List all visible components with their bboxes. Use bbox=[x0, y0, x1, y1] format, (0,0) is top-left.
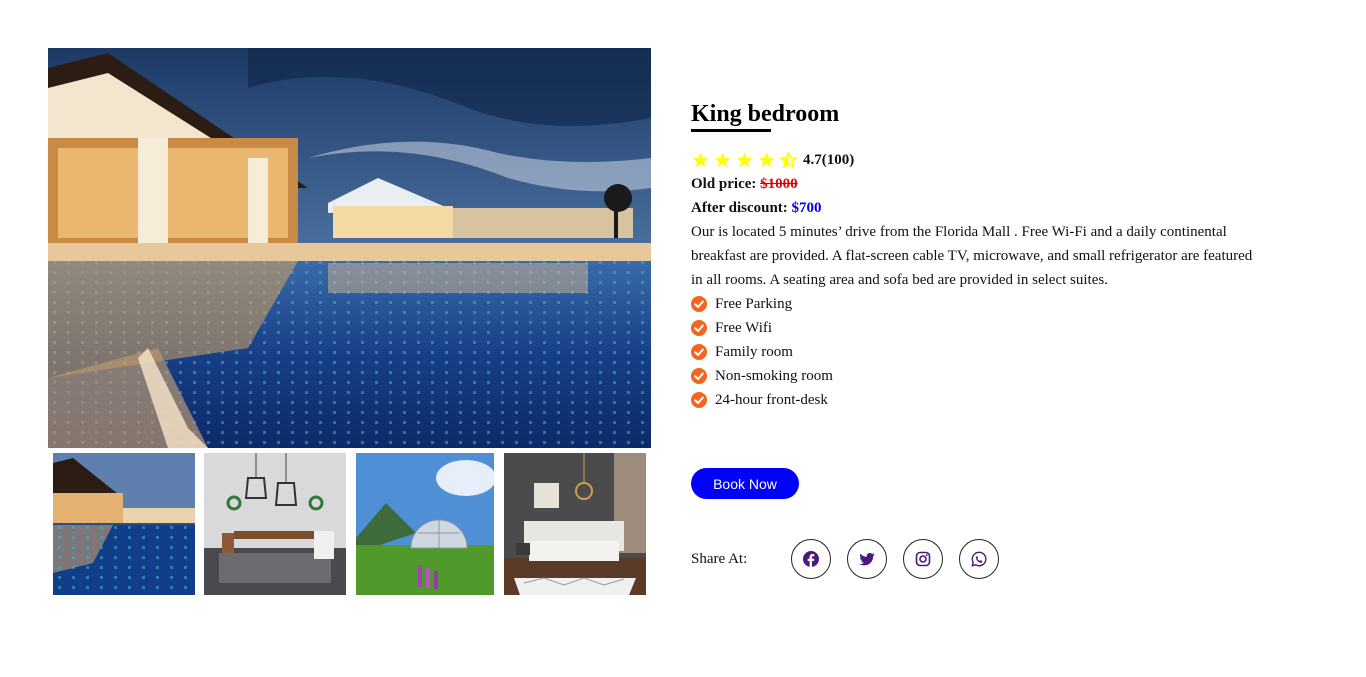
share-twitter-button[interactable] bbox=[847, 539, 887, 579]
check-circle-icon bbox=[691, 392, 707, 408]
rating-row: 4.7(100) bbox=[691, 151, 1266, 169]
twitter-icon bbox=[859, 551, 875, 567]
share-label: Share At: bbox=[691, 551, 748, 567]
old-price-value: $1000 bbox=[760, 176, 798, 192]
instagram-icon bbox=[915, 551, 931, 567]
amenity-item: Free Parking bbox=[691, 292, 1266, 316]
discount-price-value: $700 bbox=[791, 200, 822, 216]
old-price-label: Old price: bbox=[691, 176, 757, 192]
star-icon bbox=[691, 151, 710, 169]
amenity-label: Free Parking bbox=[715, 295, 793, 312]
share-instagram-button[interactable] bbox=[903, 539, 943, 579]
amenity-label: 24-hour front-desk bbox=[715, 391, 828, 408]
star-icon bbox=[735, 151, 754, 169]
star-icon bbox=[757, 151, 776, 169]
whatsapp-icon bbox=[971, 551, 987, 567]
thumbnail-dining-room[interactable] bbox=[204, 453, 346, 595]
amenity-item: Family room bbox=[691, 340, 1266, 364]
share-whatsapp-button[interactable] bbox=[959, 539, 999, 579]
room-title-text: King bedroom bbox=[691, 101, 840, 127]
check-circle-icon bbox=[691, 368, 707, 384]
book-now-button[interactable]: Book Now bbox=[691, 468, 799, 499]
thumbnail-resort-pool[interactable] bbox=[53, 453, 195, 595]
facebook-icon bbox=[803, 551, 819, 567]
room-description: Our is located 5 minutes’ drive from the… bbox=[691, 224, 1253, 288]
room-details: King bedroom 4.7(100) Old price: $1000 A… bbox=[691, 100, 1266, 412]
title-underline bbox=[691, 129, 771, 132]
rating-score: 4.7(100) bbox=[803, 151, 855, 168]
star-icon bbox=[713, 151, 732, 169]
room-title: King bedroom bbox=[691, 100, 839, 132]
check-circle-icon bbox=[691, 296, 707, 312]
main-room-photo[interactable] bbox=[48, 48, 651, 448]
amenity-item: Free Wifi bbox=[691, 316, 1266, 340]
half-star-icon bbox=[779, 151, 798, 169]
check-circle-icon bbox=[691, 320, 707, 336]
thumbnail-bedroom[interactable] bbox=[504, 453, 646, 595]
old-price-row: Old price: $1000 bbox=[691, 172, 1266, 196]
discount-label: After discount: bbox=[691, 200, 788, 216]
amenities-list: Free Parking Free Wifi Family room Non-s… bbox=[691, 292, 1266, 412]
amenity-item: Non-smoking room bbox=[691, 364, 1266, 388]
amenity-label: Family room bbox=[715, 343, 793, 360]
discount-price-row: After discount: $700 bbox=[691, 196, 1266, 220]
check-circle-icon bbox=[691, 344, 707, 360]
amenity-label: Free Wifi bbox=[715, 319, 773, 336]
share-facebook-button[interactable] bbox=[791, 539, 831, 579]
amenity-label: Non-smoking room bbox=[715, 367, 833, 384]
amenity-item: 24-hour front-desk bbox=[691, 388, 1266, 412]
thumbnail-glamping-dome[interactable] bbox=[356, 453, 494, 595]
